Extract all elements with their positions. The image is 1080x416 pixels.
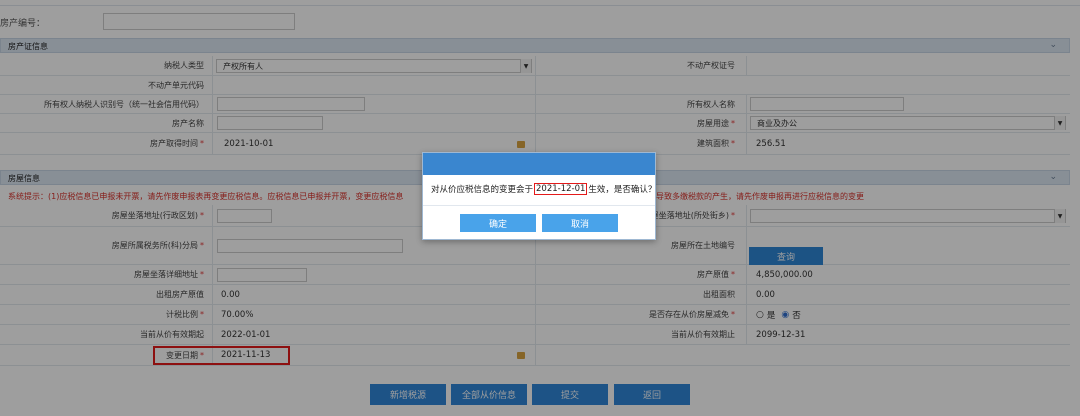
confirm-dialog: 对从价应税信息的变更会于 2021-12-01 生效，是否确认？ 确定 取消: [422, 152, 656, 240]
dialog-effective-date: 2021-12-01: [534, 183, 588, 195]
dialog-header[interactable]: [423, 153, 655, 175]
dialog-divider: [423, 205, 655, 206]
cancel-button[interactable]: 取消: [542, 214, 618, 232]
confirm-button[interactable]: 确定: [460, 214, 536, 232]
dialog-message-before: 对从价应税信息的变更会于: [431, 185, 534, 195]
dialog-message: 对从价应税信息的变更会于 2021-12-01 生效，是否确认？: [431, 183, 656, 195]
dialog-message-after: 生效，是否确认？: [588, 185, 657, 195]
